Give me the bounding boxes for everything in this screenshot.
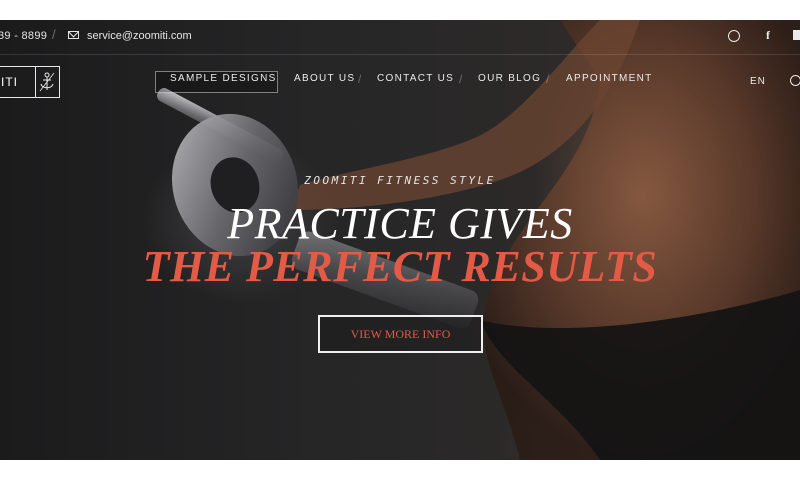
nav-divider: / (358, 72, 362, 86)
facebook-icon[interactable]: f (766, 28, 770, 43)
nav-item-our-blog[interactable]: Our Blog (478, 73, 541, 84)
search-icon[interactable] (790, 75, 800, 86)
mail-icon (68, 31, 79, 39)
logo[interactable]: ITI (0, 66, 60, 98)
logo-text: ITI (1, 75, 18, 89)
hero-section: 39 - 8899 / service@zoomiti.com f ITI Sa… (0, 20, 800, 460)
phone-number: 39 - 8899 (0, 30, 48, 42)
email-link[interactable]: service@zoomiti.com (87, 30, 192, 42)
nav-divider: / (459, 72, 463, 86)
hero-tagline: ZOOMITI FITNESS STYLE (304, 174, 496, 187)
nav-item-sample-designs[interactable]: Sample Designs (170, 73, 277, 84)
logo-divider (35, 67, 36, 97)
hero-headline-accent: THE PERFECT RESULTS (142, 242, 658, 291)
nav-item-appointment[interactable]: Appointment (566, 73, 653, 84)
social-icon[interactable] (793, 30, 800, 40)
top-info-bar: 39 - 8899 / service@zoomiti.com f (0, 20, 800, 55)
view-more-info-button[interactable]: View More Info (318, 315, 483, 353)
dribbble-icon[interactable] (728, 30, 740, 42)
divider: / (52, 27, 56, 42)
language-selector[interactable]: EN (750, 76, 766, 87)
nav-divider: / (546, 72, 550, 86)
nav-item-about-us[interactable]: About Us (294, 73, 355, 84)
nav-item-contact-us[interactable]: Contact Us (377, 73, 454, 84)
anchor-icon (39, 72, 55, 92)
